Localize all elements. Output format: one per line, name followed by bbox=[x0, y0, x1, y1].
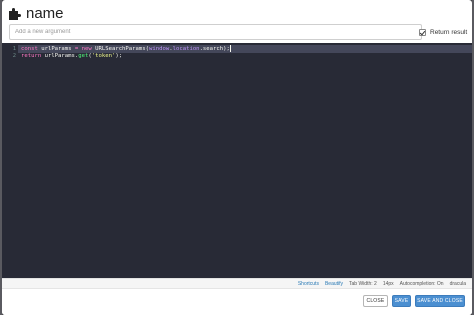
dialog-title: name bbox=[26, 5, 64, 22]
code-token-keyword: return bbox=[21, 53, 42, 59]
text-cursor bbox=[229, 45, 231, 52]
add-argument-input[interactable] bbox=[9, 24, 422, 40]
code-token-builtin: window bbox=[149, 46, 170, 52]
close-button[interactable]: CLOSE bbox=[363, 295, 388, 307]
code-editor[interactable]: 1 2 const urlParams = new URLSearchParam… bbox=[2, 43, 472, 278]
code-token-builtin: location bbox=[172, 46, 200, 52]
return-result-label: Return result bbox=[430, 28, 468, 36]
code-token-function: get bbox=[78, 53, 89, 59]
code-line[interactable]: return urlParams.get('token'); bbox=[21, 52, 122, 60]
beautify-link[interactable]: Beautify bbox=[325, 281, 343, 287]
code-token: .search); bbox=[199, 46, 230, 52]
line-number-gutter: 1 2 bbox=[2, 43, 18, 278]
return-result-checkbox[interactable] bbox=[419, 28, 426, 36]
save-button[interactable]: SAVE bbox=[392, 295, 411, 307]
editor-statusbar: Shortcuts Beautify Tab Width: 2 14px Aut… bbox=[2, 278, 472, 288]
dialog-footer: CLOSE SAVE SAVE AND CLOSE bbox=[2, 288, 472, 315]
code-token: ); bbox=[115, 53, 123, 59]
line-number: 2 bbox=[12, 53, 16, 59]
save-and-close-button[interactable]: SAVE AND CLOSE bbox=[415, 295, 465, 307]
tab-width-setting[interactable]: Tab Width: 2 bbox=[349, 281, 377, 287]
shortcuts-link[interactable]: Shortcuts bbox=[298, 281, 319, 287]
code-editor-dialog: name Return result 1 2 const urlParams =… bbox=[2, 0, 472, 315]
puzzle-piece-icon bbox=[9, 8, 21, 20]
font-size-setting[interactable]: 14px bbox=[383, 281, 394, 287]
return-result-toggle[interactable]: Return result bbox=[419, 26, 467, 38]
autocompletion-setting[interactable]: Autocompletion: On bbox=[400, 281, 444, 287]
code-token-string: 'token' bbox=[91, 53, 116, 59]
checkmark-icon bbox=[419, 29, 426, 35]
code-token: urlParams. bbox=[41, 53, 79, 59]
theme-setting[interactable]: dracula bbox=[450, 281, 466, 287]
